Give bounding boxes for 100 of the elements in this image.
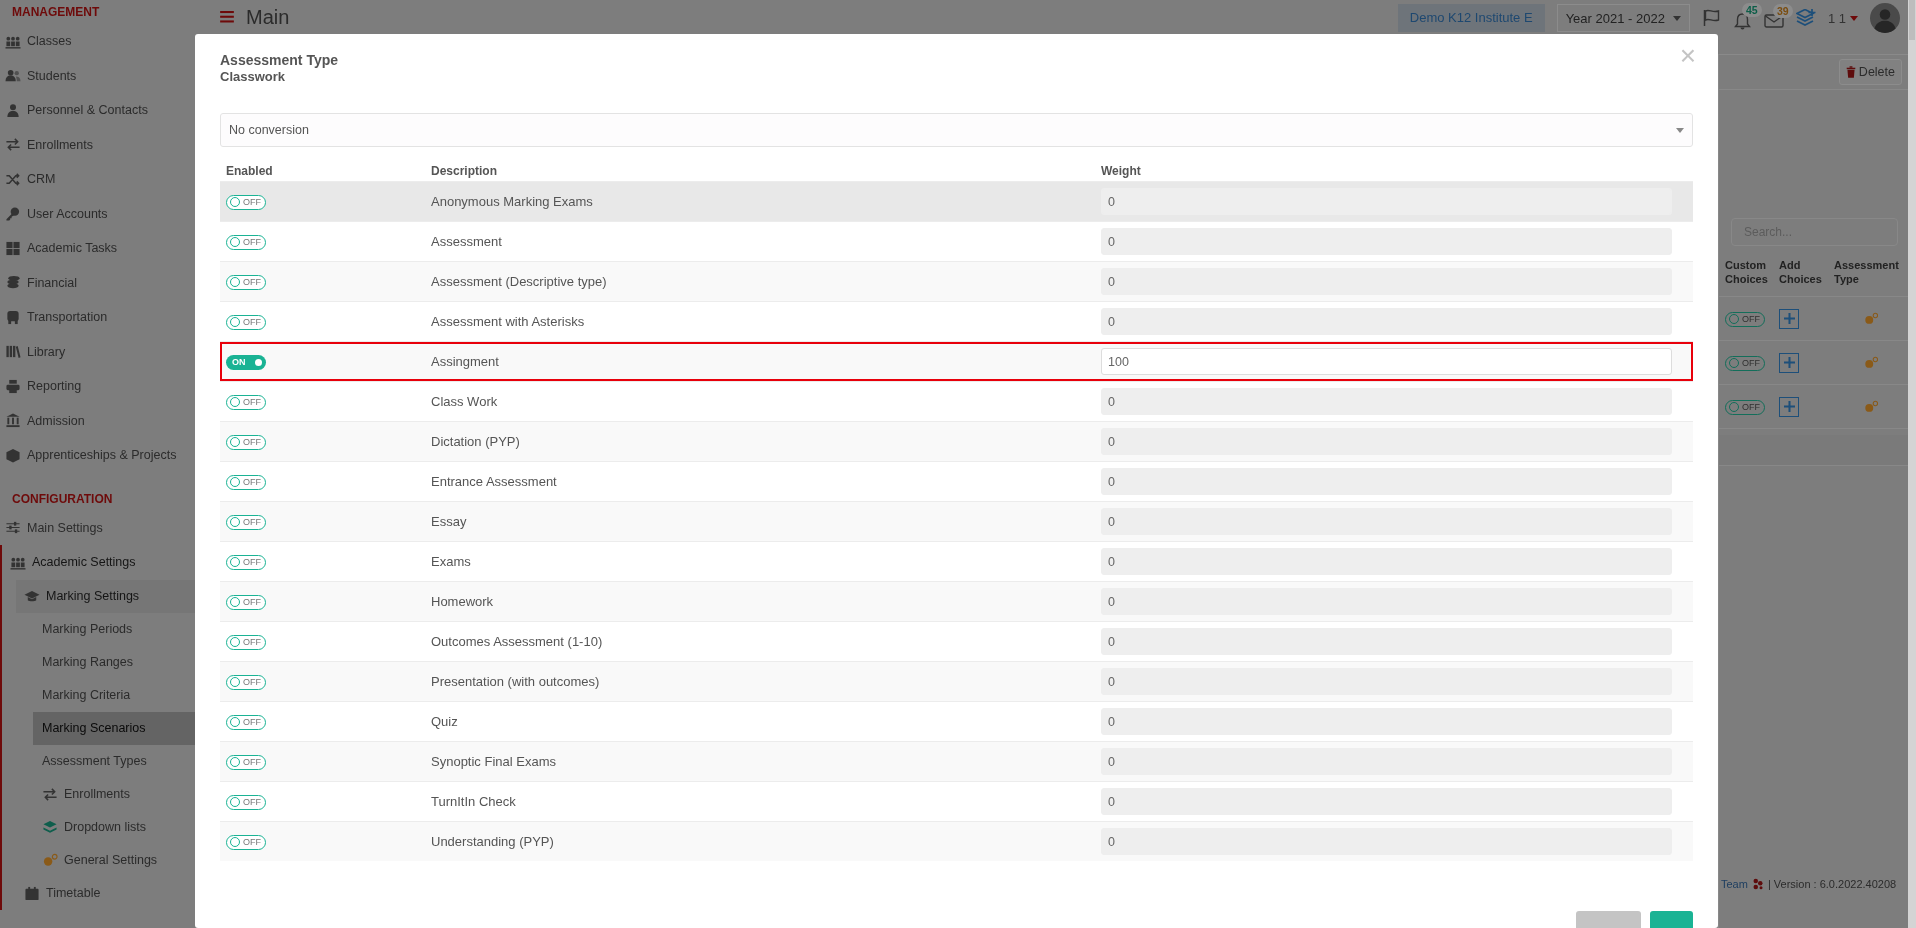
sidebar-item[interactable]: Marking Periods xyxy=(33,612,195,646)
sidebar-item[interactable]: Students xyxy=(0,58,195,93)
column-header: Add Choices xyxy=(1779,258,1823,286)
toggle-switch[interactable]: OFF xyxy=(226,674,266,690)
sidebar-item[interactable]: Dropdown lists xyxy=(33,810,195,844)
sidebar-item[interactable]: Main Settings xyxy=(0,510,195,545)
table-cell-text: Assessment xyxy=(431,234,503,249)
toggle-switch[interactable]: OFF xyxy=(1725,399,1765,415)
scrollbar[interactable] xyxy=(1908,0,1916,928)
weight-field[interactable]: 0 xyxy=(1101,468,1672,495)
arrows-icon xyxy=(5,137,21,153)
sidebar-item[interactable]: Marking Settings xyxy=(16,579,195,613)
sidebar-item[interactable]: Academic Tasks xyxy=(0,231,195,266)
table-cell-text: Assessment (Descriptive type) xyxy=(431,274,608,289)
weight-field[interactable]: 0 xyxy=(1101,428,1672,455)
envelope-icon[interactable] xyxy=(1763,13,1784,29)
weight-field[interactable]: 0 xyxy=(1101,188,1672,215)
sidebar-item[interactable]: Assessment Types xyxy=(33,744,195,778)
sidebar-item[interactable]: Marking Ranges xyxy=(33,645,195,679)
toggle-switch[interactable]: OFF xyxy=(226,394,266,410)
weight-field[interactable]: 0 xyxy=(1101,268,1672,295)
cube-icon xyxy=(5,447,21,463)
sidebar-item[interactable]: Classes xyxy=(0,24,195,59)
weight-field[interactable]: 0 xyxy=(1101,308,1672,335)
weight-field[interactable]: 0 xyxy=(1101,228,1672,255)
sidebar-item[interactable]: Marking Scenarios xyxy=(33,711,195,745)
table-cell-text: Presentation (with outcomes) xyxy=(431,674,601,689)
logo-icon xyxy=(1751,878,1764,890)
flag-icon[interactable] xyxy=(1701,9,1721,27)
sidebar-item[interactable]: Enrollments xyxy=(0,127,195,162)
arrows-icon xyxy=(42,786,58,802)
toggle-switch[interactable]: OFF xyxy=(226,754,266,770)
weight-field[interactable]: 0 xyxy=(1101,388,1672,415)
toggle-switch[interactable]: OFF xyxy=(226,274,266,290)
weight-field[interactable]: 0 xyxy=(1101,548,1672,575)
column-header: Custom Choices xyxy=(1725,258,1769,286)
user-menu[interactable]: 1 1 xyxy=(1827,10,1858,26)
toggle-switch[interactable]: OFF xyxy=(226,234,266,250)
sidebar-item[interactable]: Academic Settings xyxy=(2,545,195,580)
toggle-switch[interactable]: OFF xyxy=(226,514,266,530)
toggle-switch[interactable]: OFF xyxy=(226,314,266,330)
add-choices-button[interactable] xyxy=(1779,396,1799,417)
count-badge: 45 xyxy=(1741,3,1762,17)
weight-field[interactable]: 0 xyxy=(1101,828,1672,855)
bell-icon[interactable] xyxy=(1732,12,1752,30)
sidebar-item[interactable]: Financial xyxy=(0,265,195,300)
gears-icon[interactable] xyxy=(1864,311,1878,326)
weight-field[interactable]: 0 xyxy=(1101,508,1672,535)
toggle-switch[interactable]: OFF xyxy=(226,714,266,730)
table-cell-text: Entrance Assessment xyxy=(431,474,558,489)
toggle-switch[interactable]: OFF xyxy=(226,834,266,850)
layers-plus-icon[interactable] xyxy=(1795,9,1816,27)
toggle-switch[interactable]: OFF xyxy=(226,594,266,610)
conversion-select[interactable]: No conversion xyxy=(220,113,1693,147)
table-cell-text: Assessment with Asterisks xyxy=(431,314,586,329)
add-choices-button[interactable] xyxy=(1779,308,1799,329)
weight-field[interactable]: 0 xyxy=(1101,628,1672,655)
gears-icon[interactable] xyxy=(1864,355,1878,370)
sidebar-item[interactable]: Marking Criteria xyxy=(33,678,195,712)
bank-icon xyxy=(5,413,21,429)
sidebar-item[interactable]: Timetable xyxy=(16,876,195,910)
weight-field[interactable]: 0 xyxy=(1101,788,1672,815)
sidebar-item[interactable]: Library xyxy=(0,334,195,369)
modal-subtitle: Classwork xyxy=(220,69,286,85)
sidebar-item[interactable]: General Settings xyxy=(33,843,195,877)
weight-field[interactable]: 0 xyxy=(1101,748,1672,775)
team-link[interactable]: Team xyxy=(1721,878,1748,890)
toggle-switch[interactable]: OFF xyxy=(226,474,266,490)
year-select[interactable]: Year 2021 - 2022 xyxy=(1556,4,1690,32)
weight-field[interactable]: 0 xyxy=(1101,708,1672,735)
delete-button[interactable]: Delete xyxy=(1838,59,1902,85)
menu-icon[interactable] xyxy=(220,11,234,23)
weight-field[interactable]: 0 xyxy=(1101,588,1672,615)
bus-icon xyxy=(5,309,21,325)
sidebar-item[interactable]: Transportation xyxy=(0,300,195,335)
sidebar-item[interactable]: User Accounts xyxy=(0,196,195,231)
gears-icon[interactable] xyxy=(1864,399,1878,414)
sidebar-item[interactable]: Admission xyxy=(0,403,195,438)
table-cell-text: TurnItIn Check xyxy=(431,794,517,809)
sidebar-item[interactable]: Apprenticeships & Projects xyxy=(0,438,195,473)
table-cell-text: Anonymous Marking Exams xyxy=(431,194,594,209)
add-choices-button[interactable] xyxy=(1779,352,1799,373)
toggle-switch[interactable]: OFF xyxy=(1725,311,1765,327)
toggle-switch[interactable]: OFF xyxy=(226,434,266,450)
avatar[interactable] xyxy=(1870,3,1900,33)
sidebar-item[interactable]: CRM xyxy=(0,162,195,197)
toggle-switch[interactable]: OFF xyxy=(226,554,266,570)
toggle-switch[interactable]: ON xyxy=(226,354,266,370)
weight-field[interactable]: 0 xyxy=(1101,668,1672,695)
toggle-switch[interactable]: OFF xyxy=(226,194,266,210)
weight-field[interactable]: 100 xyxy=(1101,348,1672,375)
table-cell-text: Class Work xyxy=(431,394,499,409)
toggle-switch[interactable]: OFF xyxy=(1725,355,1765,371)
caret-down-icon xyxy=(1850,15,1858,21)
sidebar-item[interactable]: Reporting xyxy=(0,369,195,404)
toggle-switch[interactable]: OFF xyxy=(226,794,266,810)
toggle-switch[interactable]: OFF xyxy=(226,634,266,650)
table-cell-text: Outcomes Assessment (1-10) xyxy=(431,634,604,649)
sidebar-item[interactable]: Enrollments xyxy=(33,777,195,811)
sidebar-item[interactable]: Personnel & Contacts xyxy=(0,93,195,128)
